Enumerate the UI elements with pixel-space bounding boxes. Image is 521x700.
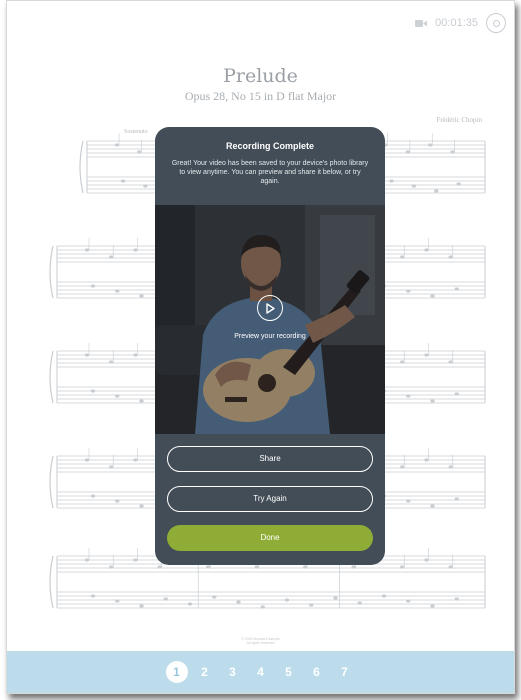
page-number-5[interactable]: 5: [275, 665, 303, 679]
copyright-note: © 2018 Musical Example All rights reserv…: [241, 637, 280, 645]
video-camera-icon: [415, 19, 428, 28]
video-preview[interactable]: Preview your recording: [155, 205, 385, 434]
page-number-3[interactable]: 3: [219, 665, 247, 679]
share-button[interactable]: Share: [167, 446, 373, 472]
try-again-button[interactable]: Try Again: [167, 486, 373, 512]
page-number-1[interactable]: 1: [165, 661, 188, 683]
app-screen: Prelude Opus 28, No 15 in D flat Major F…: [6, 0, 515, 694]
done-button[interactable]: Done: [167, 525, 373, 551]
tempo-marking: Sostenuto: [124, 129, 148, 135]
page-number-2[interactable]: 2: [191, 665, 219, 679]
stop-recording-button[interactable]: [486, 13, 506, 33]
page-number-4[interactable]: 4: [247, 665, 275, 679]
dialog-message: Great! Your video has been saved to your…: [171, 160, 369, 185]
page-number-6[interactable]: 6: [303, 665, 331, 679]
piece-subtitle: Opus 28, No 15 in D flat Major: [184, 89, 337, 103]
dialog-title: Recording Complete: [225, 141, 314, 151]
page-number-7[interactable]: 7: [331, 665, 359, 679]
recording-status: 00:01:35: [415, 13, 506, 33]
recording-timer: 00:01:35: [435, 17, 478, 29]
record-stop-icon: [492, 19, 500, 27]
play-icon[interactable]: [257, 295, 283, 321]
composer-name: Frédéric Chopin: [436, 116, 482, 124]
page-navigation: 1234567: [7, 651, 514, 693]
recording-complete-dialog: Recording Complete Great! Your video has…: [155, 127, 385, 565]
piece-title: Prelude: [223, 65, 298, 87]
preview-label: Preview your recording: [234, 333, 306, 340]
